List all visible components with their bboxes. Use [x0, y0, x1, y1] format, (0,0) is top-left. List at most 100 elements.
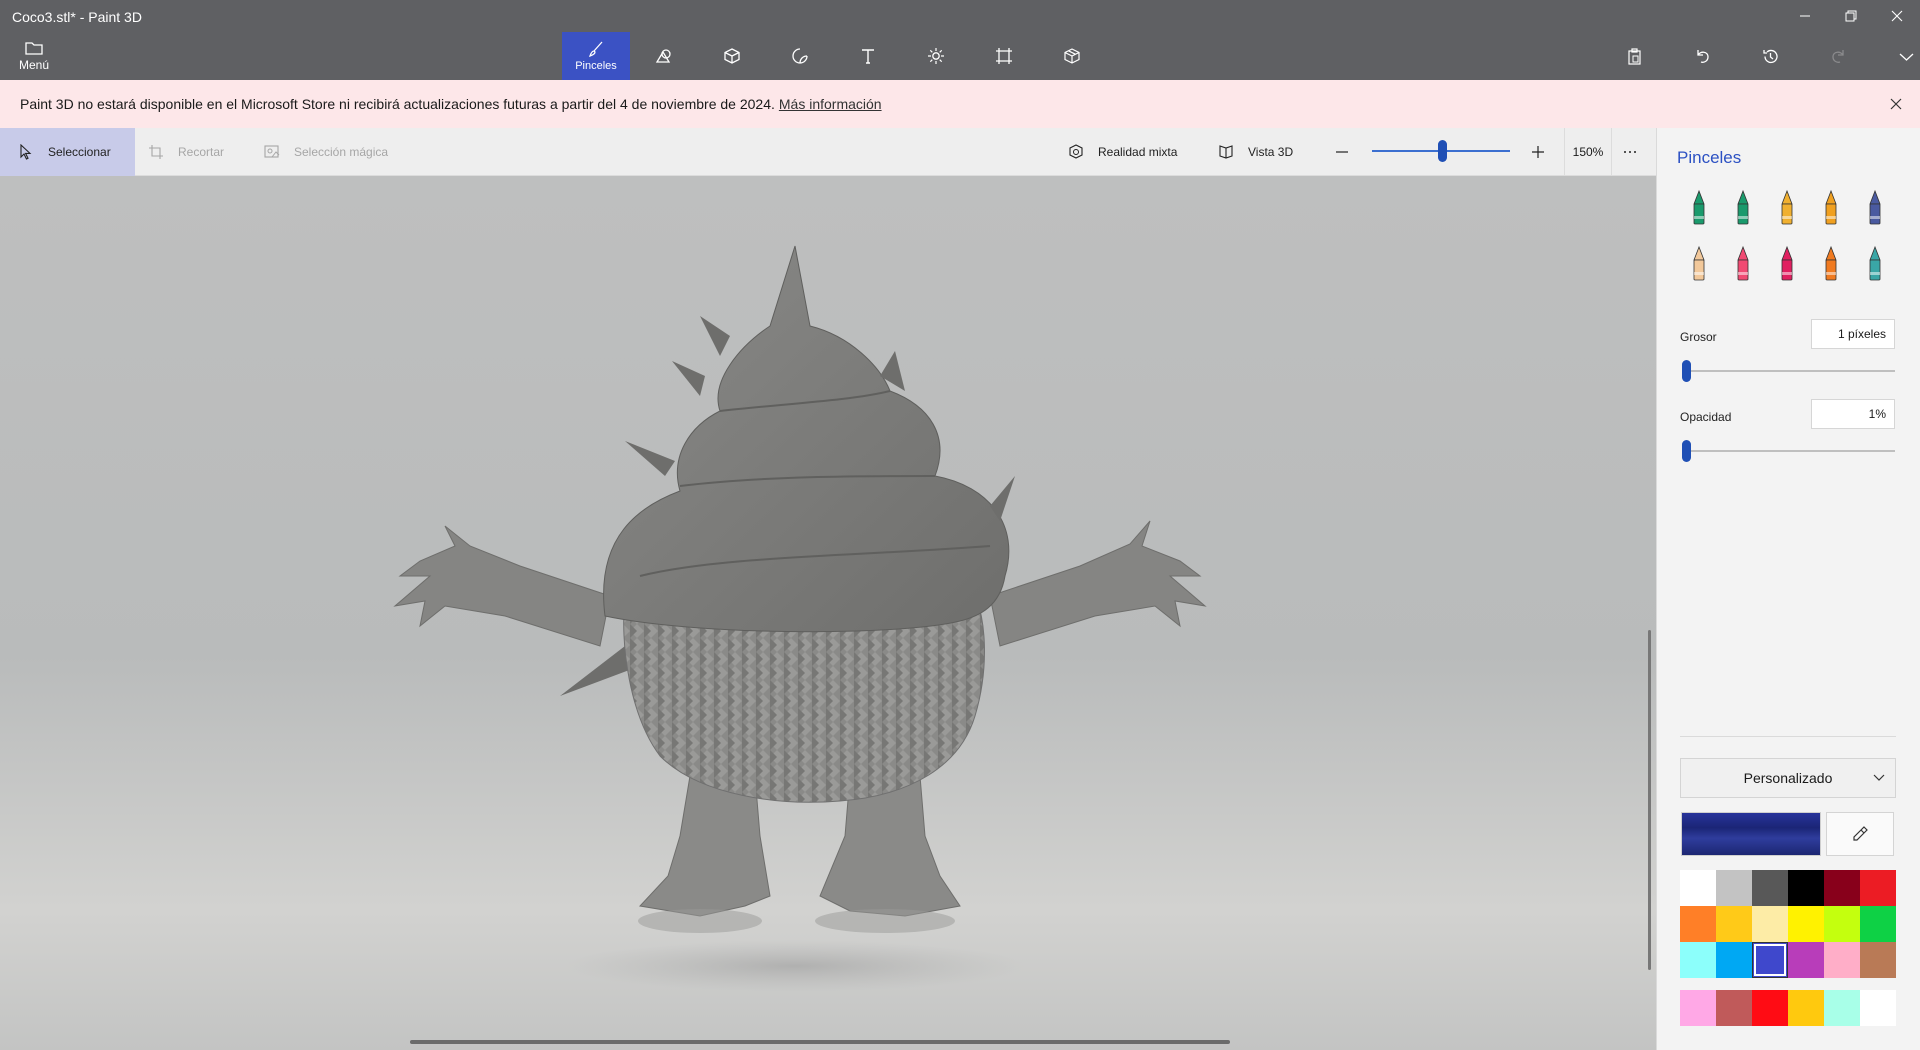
zoom-in-button[interactable] — [1530, 128, 1560, 176]
tool-effects[interactable] — [902, 32, 970, 80]
close-icon — [1891, 10, 1903, 22]
thickness-input[interactable]: 1 píxeles — [1811, 319, 1895, 349]
brush-pencil[interactable] — [1677, 242, 1721, 286]
crop-button[interactable]: Recortar — [148, 128, 224, 176]
opacity-label: Opacidad — [1680, 410, 1732, 424]
brush-calligraphy-pen[interactable] — [1721, 186, 1765, 230]
brush-fill-bucket[interactable] — [1853, 242, 1897, 286]
color-swatch[interactable] — [1680, 906, 1716, 942]
color-swatch[interactable] — [1680, 870, 1716, 906]
opacity-slider-track[interactable] — [1684, 450, 1895, 452]
custom-color-swatch[interactable] — [1752, 990, 1788, 1026]
notice-more-info-link[interactable]: Más información — [779, 96, 882, 112]
chevron-down-icon — [1899, 53, 1913, 61]
panel-title: Pinceles — [1677, 148, 1742, 167]
color-swatch[interactable] — [1680, 942, 1716, 978]
redo-button[interactable] — [1804, 40, 1872, 72]
custom-color-palette — [1680, 990, 1896, 1026]
select-button[interactable]: Seleccionar — [0, 128, 135, 176]
more-options-button[interactable] — [1622, 128, 1652, 176]
thickness-slider-thumb[interactable] — [1682, 360, 1692, 382]
tool-stickers[interactable] — [766, 32, 834, 80]
2d-shapes-icon — [655, 49, 671, 63]
custom-color-swatch[interactable] — [1788, 990, 1824, 1026]
color-swatch[interactable] — [1860, 942, 1896, 978]
chevron-down-icon — [1873, 774, 1885, 781]
brush-pixel-pen[interactable] — [1853, 186, 1897, 230]
tool-brushes[interactable]: Pinceles — [562, 32, 630, 80]
mixed-reality-button[interactable]: Realidad mixta — [1068, 128, 1177, 176]
brush-marker-brush[interactable] — [1677, 186, 1721, 230]
title-bar: Coco3.stl* - Paint 3D Menú Pinceles — [0, 0, 1920, 80]
magic-select-button[interactable]: Selección mágica — [264, 128, 388, 176]
color-swatch[interactable] — [1788, 942, 1824, 978]
tool-text[interactable] — [834, 32, 902, 80]
marker-brush-icon — [1693, 189, 1705, 225]
color-swatch[interactable] — [1752, 870, 1788, 906]
paste-button[interactable] — [1600, 40, 1668, 72]
zoom-slider-thumb[interactable] — [1438, 140, 1447, 162]
pixel-pen-icon — [1869, 189, 1881, 225]
3d-model-creature[interactable] — [0, 176, 1656, 1050]
menu-button[interactable]: Menú — [8, 36, 60, 76]
canvas-area[interactable] — [0, 176, 1656, 1050]
color-swatch[interactable] — [1752, 906, 1788, 942]
expand-button[interactable] — [1872, 40, 1920, 72]
brush-oil-brush[interactable] — [1765, 186, 1809, 230]
color-swatch[interactable] — [1860, 906, 1896, 942]
vertical-scrollbar[interactable] — [1648, 630, 1651, 970]
eraser-icon — [1737, 245, 1749, 281]
color-swatch[interactable] — [1788, 870, 1824, 906]
color-swatch[interactable] — [1716, 906, 1752, 942]
opacity-input[interactable]: 1% — [1811, 399, 1895, 429]
fill-bucket-icon — [1869, 245, 1881, 281]
history-button[interactable] — [1736, 40, 1804, 72]
restore-button[interactable] — [1828, 0, 1874, 32]
minimize-button[interactable] — [1782, 0, 1828, 32]
brush-crayon[interactable] — [1765, 242, 1809, 286]
menu-label: Menú — [18, 57, 50, 72]
thickness-slider-track[interactable] — [1684, 370, 1895, 372]
oil-brush-icon — [1781, 189, 1793, 225]
more-icon — [1624, 151, 1636, 153]
effects-icon — [928, 48, 944, 64]
text-icon — [862, 49, 874, 64]
tool-3d-library[interactable] — [1038, 32, 1106, 80]
brush-watercolor-brush[interactable] — [1809, 186, 1853, 230]
cursor-icon — [20, 144, 32, 160]
opacity-slider-thumb[interactable] — [1682, 440, 1692, 462]
view-3d-button[interactable]: Vista 3D — [1218, 128, 1293, 176]
horizontal-scrollbar[interactable] — [410, 1040, 1230, 1044]
color-swatch[interactable] — [1824, 870, 1860, 906]
color-swatch[interactable] — [1716, 870, 1752, 906]
notice-text: Paint 3D no estará disponible en el Micr… — [20, 96, 775, 112]
custom-color-swatch[interactable] — [1860, 990, 1896, 1026]
tool-canvas[interactable] — [970, 32, 1038, 80]
zoom-value[interactable]: 150% — [1564, 128, 1612, 176]
eyedropper-button[interactable] — [1826, 812, 1894, 856]
color-swatch[interactable] — [1824, 906, 1860, 942]
brush-spray-can[interactable] — [1809, 242, 1853, 286]
tool-2d-shapes[interactable] — [630, 32, 698, 80]
color-swatch[interactable] — [1824, 942, 1860, 978]
custom-color-swatch[interactable] — [1824, 990, 1860, 1026]
color-swatch[interactable] — [1716, 942, 1752, 978]
close-button[interactable] — [1874, 0, 1920, 32]
brush-eraser[interactable] — [1721, 242, 1765, 286]
custom-color-swatch[interactable] — [1716, 990, 1752, 1026]
tool-3d-shapes[interactable] — [698, 32, 766, 80]
color-swatch[interactable] — [1788, 906, 1824, 942]
custom-color-swatch[interactable] — [1680, 990, 1716, 1026]
notice-close-button[interactable] — [1886, 94, 1906, 114]
color-swatch[interactable] — [1752, 942, 1788, 978]
3d-shapes-icon — [724, 48, 740, 64]
palette-mode-dropdown[interactable]: Personalizado — [1680, 758, 1896, 798]
magic-select-icon — [264, 145, 280, 158]
thickness-label: Grosor — [1680, 330, 1717, 344]
zoom-out-button[interactable] — [1334, 128, 1364, 176]
paste-icon — [1627, 47, 1641, 65]
color-swatch[interactable] — [1860, 870, 1896, 906]
current-color-swatch[interactable] — [1681, 812, 1821, 856]
calligraphy-pen-icon — [1737, 189, 1749, 225]
undo-button[interactable] — [1668, 40, 1736, 72]
